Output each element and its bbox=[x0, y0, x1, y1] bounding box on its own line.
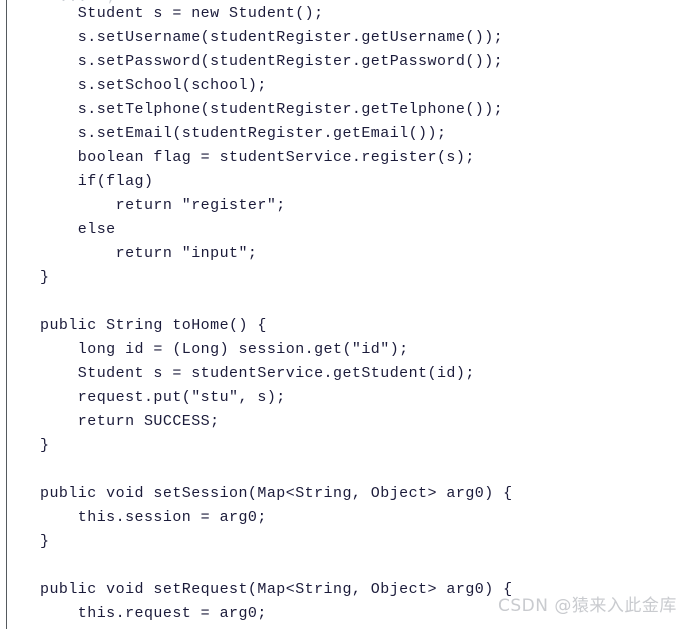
code-line: Student s = new Student(); bbox=[40, 5, 324, 22]
code-line: return "register"; bbox=[40, 197, 286, 214]
csdn-watermark: CSDN @猿来入此金库 bbox=[498, 596, 677, 616]
code-pane-left-rule bbox=[6, 0, 7, 629]
code-line: public void setSession(Map<String, Objec… bbox=[40, 485, 513, 502]
code-line: request.put("stu", s); bbox=[40, 389, 286, 406]
code-line: } bbox=[40, 269, 50, 286]
code-line: s.setSchool(school); bbox=[40, 77, 267, 94]
code-line: public String toHome() { bbox=[40, 317, 267, 334]
code-line: else bbox=[40, 221, 116, 238]
code-line: } bbox=[40, 437, 50, 454]
code-line: if(flag) bbox=[40, 173, 154, 190]
code-line: return "input"; bbox=[40, 245, 258, 262]
code-line: long id = (Long) session.get("id"); bbox=[40, 341, 409, 358]
code-line: s.setEmail(studentRegister.getEmail()); bbox=[40, 125, 447, 142]
code-line: s.setTelphone(studentRegister.getTelphon… bbox=[40, 101, 504, 118]
code-line: Student s = studentService.getStudent(id… bbox=[40, 365, 475, 382]
code-line: s.setPassword(studentRegister.getPasswor… bbox=[40, 53, 504, 70]
code-screenshot: ... ; Student s = new Student(); s.setUs… bbox=[0, 0, 700, 629]
code-line: this.session = arg0; bbox=[40, 509, 267, 526]
code-line: s.setUsername(studentRegister.getUsernam… bbox=[40, 29, 504, 46]
code-line: } bbox=[40, 533, 50, 550]
code-block: Student s = new Student(); s.setUsername… bbox=[40, 2, 680, 629]
code-line: boolean flag = studentService.register(s… bbox=[40, 149, 475, 166]
code-line: return SUCCESS; bbox=[40, 413, 220, 430]
